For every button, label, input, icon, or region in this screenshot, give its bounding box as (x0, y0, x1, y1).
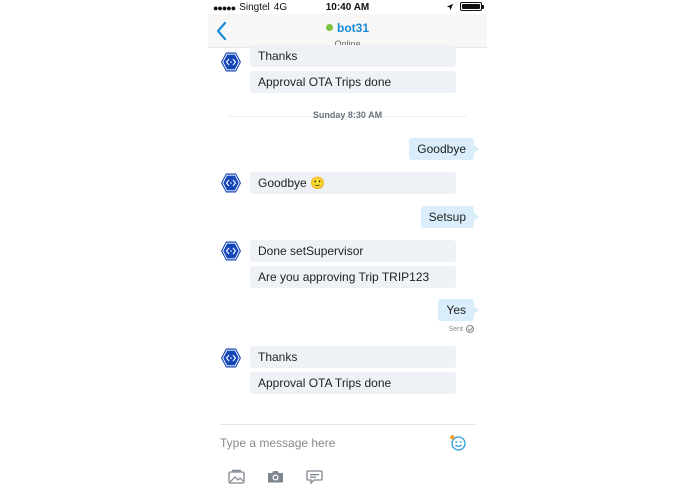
smiley-emoji: 🙂 (310, 176, 325, 190)
chat-bubble-icon (306, 470, 323, 485)
status-bar: ●●●●● Singtel 4G 10:40 AM (208, 0, 487, 14)
camera-icon (268, 471, 283, 483)
hexagon-code-icon (221, 241, 241, 261)
emoji-button[interactable] (449, 434, 467, 452)
user-message: Setsup (420, 206, 480, 228)
location-arrow-icon (446, 3, 454, 10)
bot-message: Approval OTA Trips done (250, 372, 456, 394)
hexagon-code-icon (221, 348, 241, 368)
bot-avatar[interactable] (220, 172, 242, 194)
hexagon-code-icon (221, 173, 241, 193)
message-input[interactable] (220, 432, 440, 454)
battery-icon (460, 2, 484, 11)
chat-screen: ●●●●● Singtel 4G 10:40 AM bot31 Online T… (208, 0, 487, 494)
bot-message: Goodbye 🙂 (250, 172, 456, 194)
contact-name: bot31 (336, 21, 369, 35)
check-circle-icon (466, 325, 474, 333)
bot-message-text: Goodbye (258, 176, 307, 190)
sent-status: Sent (449, 325, 474, 333)
user-message: Goodbye (409, 138, 479, 160)
bot-message: Done setSupervisor (250, 240, 456, 262)
bot-message: Thanks (250, 45, 456, 67)
composer-toolbar (228, 469, 323, 485)
composer-divider (220, 424, 475, 425)
date-separator: Sunday 8:30 AM (312, 110, 383, 120)
hexagon-code-icon (221, 52, 241, 72)
bot-message: Approval OTA Trips done (250, 71, 456, 93)
bot-message: Are you approving Trip TRIP123 (250, 266, 456, 288)
camera-button[interactable] (267, 469, 284, 484)
gallery-button[interactable] (228, 469, 245, 484)
online-indicator (325, 24, 333, 31)
chat-button[interactable] (306, 469, 323, 485)
sent-label: Sent (448, 325, 463, 333)
bot-message: Thanks (250, 346, 456, 368)
smiley-icon (450, 435, 466, 451)
bot-avatar[interactable] (220, 347, 242, 369)
image-gallery-icon (228, 469, 245, 484)
user-message: Yes (438, 299, 479, 321)
chat-header: bot31 Online (208, 14, 487, 49)
bot-avatar[interactable] (220, 240, 242, 262)
bot-avatar[interactable] (220, 51, 242, 73)
